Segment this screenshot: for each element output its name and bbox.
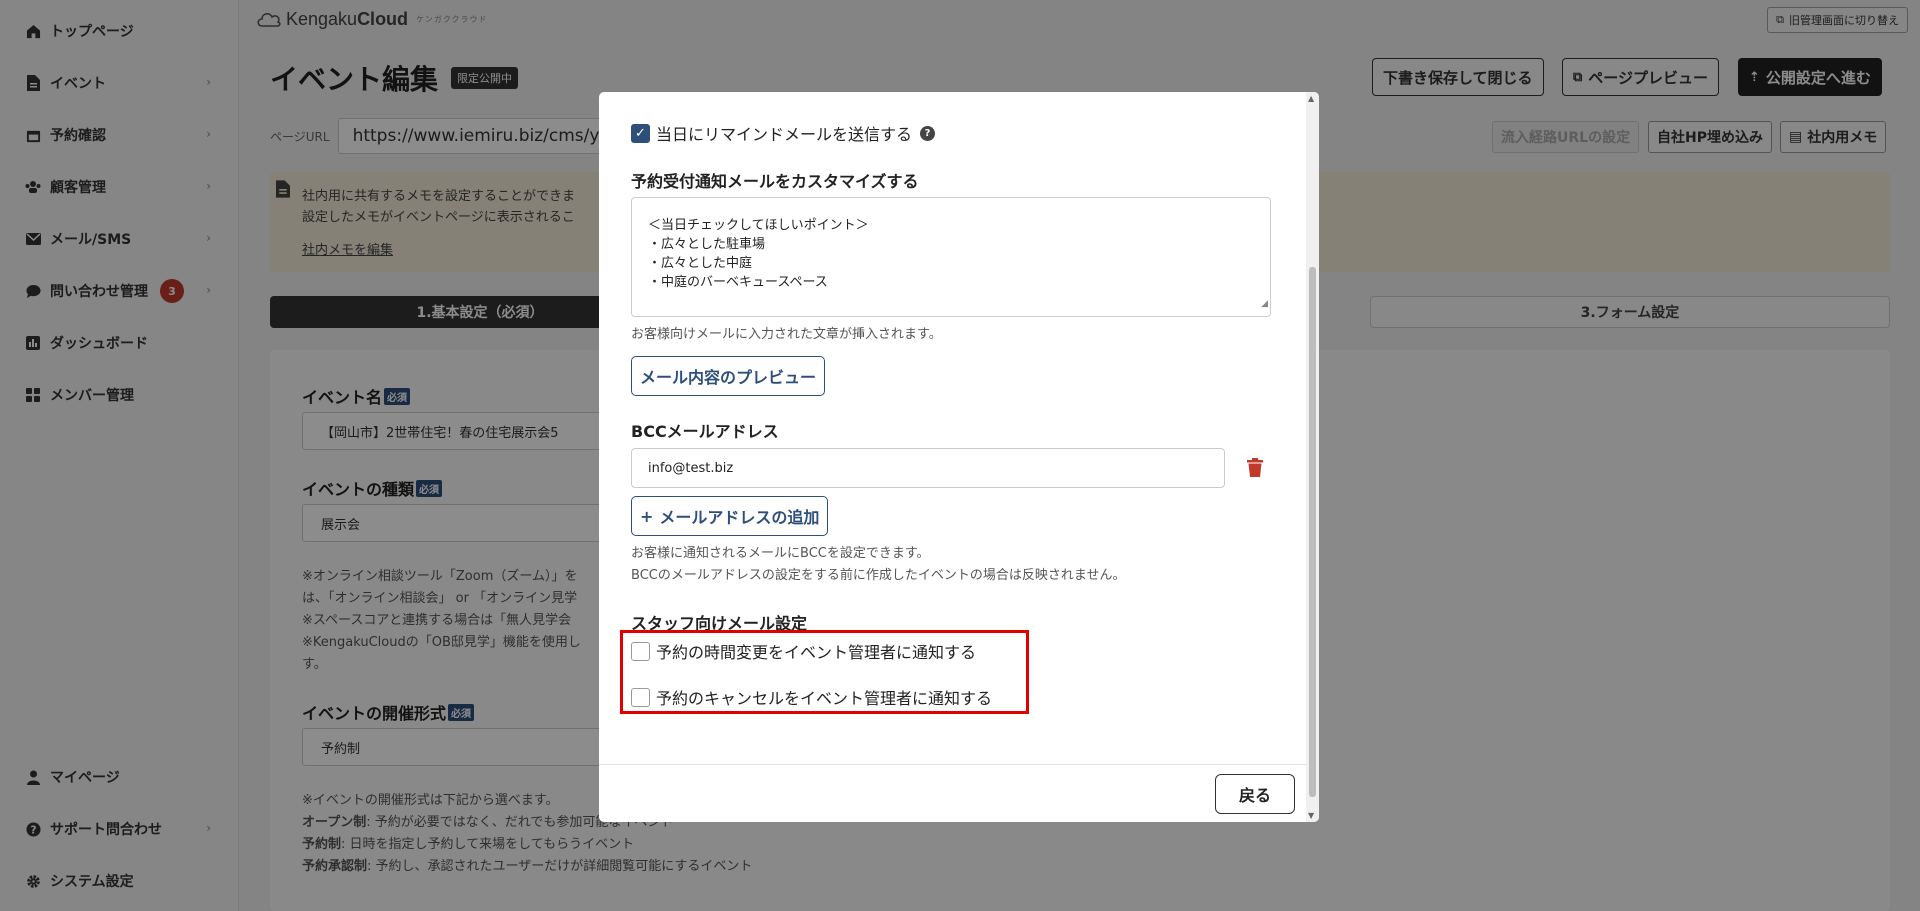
textarea-line: ・広々とした駐車場 [648, 237, 766, 252]
modal-body: ✓ 当日にリマインドメールを送信する ? 予約受付通知メールをカスタマイズする … [599, 92, 1306, 764]
textarea-line: ・中庭のバーベキュースペース [648, 275, 828, 290]
trash-icon[interactable] [1247, 458, 1263, 477]
note-line: BCCのメールアドレスの設定をする前に作成したイベントの場合は反映されません。 [631, 568, 1126, 583]
modal-scrollbar[interactable]: ▲ ▼ [1306, 92, 1319, 822]
customize-mail-heading: 予約受付通知メールをカスタマイズする [631, 172, 919, 191]
remind-mail-option[interactable]: ✓ 当日にリマインドメールを送信する ? [631, 121, 936, 145]
help-icon[interactable]: ? [920, 125, 936, 141]
mail-preview-button[interactable]: メール内容のプレビュー [631, 356, 826, 396]
add-email-button[interactable]: + メールアドレスの追加 [631, 496, 829, 536]
scroll-up-arrow-icon[interactable]: ▲ [1308, 94, 1314, 103]
back-button[interactable]: 戻る [1215, 774, 1295, 814]
annotation-highlight-box [620, 630, 1029, 714]
textarea-line: ＜当日チェックしてほしいポイント＞ [648, 218, 869, 233]
button-label: 戻る [1238, 786, 1271, 805]
bcc-note: お客様に通知されるメールにBCCを設定できます。 BCCのメールアドレスの設定を… [631, 543, 1125, 587]
resize-handle-icon[interactable]: ◢ [1261, 295, 1268, 314]
remind-mail-checkbox[interactable]: ✓ [631, 123, 650, 143]
plus-icon: + [640, 506, 654, 526]
remind-mail-label: 当日にリマインドメールを送信する [656, 125, 913, 144]
textarea-line: ・広々とした中庭 [648, 256, 753, 271]
note-line: お客様に通知されるメールにBCCを設定できます。 [631, 546, 930, 561]
bcc-heading: BCCメールアドレス [631, 422, 779, 441]
bcc-email-input[interactable]: info@test.biz [631, 448, 1225, 488]
mail-settings-modal: ✓ 当日にリマインドメールを送信する ? 予約受付通知メールをカスタマイズする … [599, 92, 1319, 822]
scroll-down-arrow-icon[interactable]: ▼ [1308, 811, 1314, 820]
modal-footer-divider [599, 764, 1306, 765]
button-label: メールアドレスの追加 [659, 508, 820, 527]
custom-mail-textarea[interactable]: ＜当日チェックしてほしいポイント＞ ・広々とした駐車場 ・広々とした中庭 ・中庭… [631, 197, 1271, 317]
scrollbar-thumb[interactable] [1309, 267, 1316, 797]
button-label: メール内容のプレビュー [640, 368, 817, 387]
textarea-note: お客様向けメールに入力された文章が挿入されます。 [631, 327, 942, 342]
